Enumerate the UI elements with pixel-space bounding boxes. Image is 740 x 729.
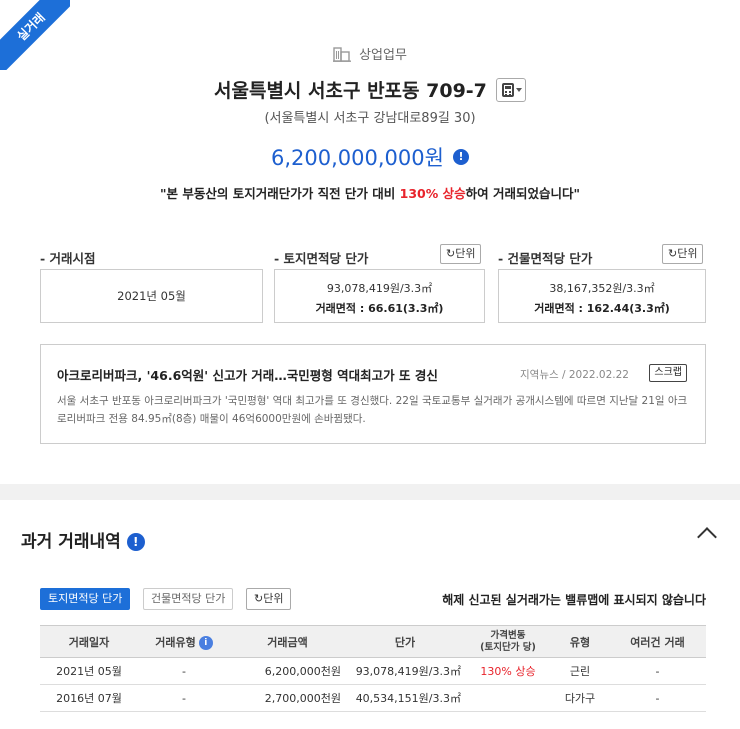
table-row[interactable]: 2021년 05월 - 6,200,000천원 93,078,419원/3.3㎡… [40,657,706,685]
category-label: 상업업무 [359,48,407,63]
history-unit-label: 단위 [263,592,284,605]
category: 상업업무 [0,44,740,63]
building-price-label: - 건물면적당 단가 [498,251,593,266]
trade-date-value: 2021년 05월 [117,289,186,303]
tab-land-price[interactable]: 토지면적당 단가 [40,588,131,610]
header-date: 거래일자 [40,625,138,658]
row-date: 2021년 05월 [40,657,138,685]
table-header-row: 거래일자 거래유형 i 거래금액 단가 가격변동 (토지단가 당) 유형 여러건 거… [40,625,706,658]
chevron-down-icon [516,87,522,92]
building-unit-price: 38,167,352원/3.3㎡ [549,282,655,295]
building-price-box: 38,167,352원/3.3㎡ 거래면적 : 162.44(3.3㎡) [498,269,706,323]
header-change-line1: 가격변동 [490,629,526,641]
calculator-icon [502,82,514,97]
tab-building-price[interactable]: 건물면적당 단가 [143,588,234,610]
info-icon[interactable]: i [198,635,213,650]
building-unit-button[interactable]: ↻단위 [662,244,704,264]
trade-date-label: - 거래시점 [40,251,96,266]
address-row: 서울특별시 서초구 반포동 709-7 [0,76,740,103]
history-table: 거래일자 거래유형 i 거래금액 단가 가격변동 (토지단가 당) 유형 여러건 거… [40,625,706,712]
row-unit-price: 40,534,151원/3.3㎡ [345,684,465,712]
news-meta: 지역뉴스 / 2022.02.22 [520,369,629,381]
row-multi: - [609,657,706,685]
header-amount: 거래금액 [230,625,345,658]
news-title[interactable]: 아크로리버파크, '46.6억원' 신고가 거래…국민평형 역대최고가 또 경신 [57,365,438,384]
land-unit-price: 93,078,419원/3.3㎡ [326,282,433,295]
refresh-icon: ↻ [668,247,678,260]
land-price-box: 93,078,419원/3.3㎡ 거래면적 : 66.61(3.3㎡) [274,269,485,323]
cancellation-notice: 해제 신고된 실거래가는 밸류맵에 표시되지 않습니다 [442,593,706,607]
header-multi: 여러건 거래 [609,625,706,658]
info-icon[interactable]: ! [453,149,470,165]
header-kind: 유형 [551,625,609,658]
header-change: 가격변동 (토지단가 당) [465,625,551,658]
building-icon [333,47,352,62]
history-title-text: 과거 거래내역 [21,532,121,552]
news-body: 서울 서초구 반포동 아크로리버파크가 '국민평형' 역대 최고가를 또 경신했… [57,395,688,425]
building-unit-label: 단위 [677,247,698,260]
land-unit-button[interactable]: ↻단위 [440,244,482,264]
row-multi: - [609,684,706,712]
header-change-line2: (토지단가 당) [480,641,536,653]
refresh-icon: ↻ [446,247,456,260]
lot-address: 서울특별시 서초구 반포동 709-7 [214,80,487,102]
quote-before: "본 부동산의 토지거래단가가 직전 단가 대비 [160,186,400,201]
page: 실거래 상업업무 서울특별시 서초구 반포동 709-7 (서울특별시 서초구 … [0,0,740,729]
header-type: 거래유형 i [138,625,230,658]
scrap-button[interactable]: 스크랩 [649,364,687,382]
row-type: - [138,657,230,685]
land-price-label: - 토지면적당 단가 [274,251,369,266]
row-unit-price: 93,078,419원/3.3㎡ [345,657,465,685]
header-type-label: 거래유형 [155,635,196,649]
row-kind: 근린 [551,657,609,685]
row-date: 2016년 07월 [40,684,138,712]
header-unit-price: 단가 [345,625,465,658]
road-address: (서울특별시 서초구 강남대로89길 30) [264,111,476,126]
calculator-button[interactable] [496,77,526,102]
info-icon[interactable]: ! [126,533,145,551]
news-card[interactable]: 아크로리버파크, '46.6억원' 신고가 거래…국민평형 역대최고가 또 경신… [40,344,706,444]
land-unit-label: 단위 [455,247,476,260]
land-trade-area: 거래면적 : 66.61(3.3㎡) [315,302,444,315]
history-title: 과거 거래내역! [21,527,145,552]
row-amount: 2,700,000천원 [230,684,345,712]
section-divider [0,484,740,500]
row-kind: 다가구 [551,684,609,712]
price-change-quote: "본 부동산의 토지거래단가가 직전 단가 대비 130% 상승하여 거래되었습… [0,183,740,202]
row-change: 130% 상승 [465,657,551,685]
transaction-price: 6,200,000,000원 [270,146,444,170]
quote-after: 하여 거래되었습니다" [465,186,580,201]
row-change [465,684,551,712]
history-section: 과거 거래내역! 토지면적당 단가 건물면적당 단가 ↻단위 해제 신고된 실거… [0,500,740,729]
refresh-icon: ↻ [254,592,264,605]
quote-highlight: 130% 상승 [399,186,466,201]
chevron-up-icon[interactable] [697,527,717,547]
building-trade-area: 거래면적 : 162.44(3.3㎡) [534,302,670,315]
row-amount: 6,200,000천원 [230,657,345,685]
table-row[interactable]: 2016년 07월 - 2,700,000천원 40,534,151원/3.3㎡… [40,684,706,712]
price-row: 6,200,000,000원 ! [0,142,740,172]
row-type: - [138,684,230,712]
history-unit-button[interactable]: ↻단위 [246,588,292,610]
trade-date-box: 2021년 05월 [40,269,263,323]
summary-section: 실거래 상업업무 서울특별시 서초구 반포동 709-7 (서울특별시 서초구 … [0,0,740,484]
